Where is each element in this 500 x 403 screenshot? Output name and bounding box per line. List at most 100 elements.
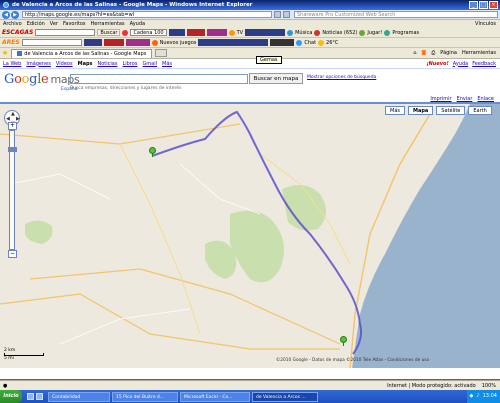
radio-station-select[interactable]: Cadena 100 — [130, 29, 167, 36]
toolbar-banner-4[interactable] — [103, 39, 124, 46]
games-link[interactable]: Jugar! — [367, 30, 382, 36]
map-type-earth[interactable]: Earth — [468, 106, 492, 115]
new-tab-button[interactable] — [155, 49, 168, 57]
map-actions: Imprimir Enviar Enlace — [0, 96, 500, 103]
menu-ayuda[interactable]: Ayuda — [130, 21, 145, 27]
ares-toolbar: ARES Nuevos juegos Chat 26°C — [0, 38, 500, 48]
new-games-link[interactable]: Nuevos juegos — [160, 40, 197, 46]
links-label[interactable]: Vínculos — [475, 21, 496, 27]
zoom-thumb[interactable] — [8, 147, 17, 152]
zoom-level[interactable]: 100% — [482, 383, 496, 389]
browser-search-input[interactable]: Shareware Pro Customized Web Search — [294, 11, 498, 18]
menu-favoritos[interactable]: Favoritos — [63, 21, 86, 27]
minimize-button[interactable]: _ — [469, 1, 478, 9]
maps-search-input[interactable] — [70, 74, 248, 84]
news-icon[interactable] — [314, 29, 321, 36]
search-options-link[interactable]: Mostrar opciones de búsqueda — [307, 75, 376, 80]
start-button[interactable]: Inicio — [0, 390, 22, 403]
play-controls[interactable] — [168, 29, 185, 36]
menu-edicion[interactable]: Edición — [27, 21, 45, 27]
feedback-link[interactable]: Feedback — [472, 61, 496, 67]
map-type-satellite[interactable]: Satélite — [436, 106, 466, 115]
map-canvas[interactable]: Más Mapa Satélite Earth ▲ ▼ ◀ ▶ + − 2 km… — [0, 103, 500, 368]
gbar-link-books[interactable]: Libros — [122, 61, 137, 67]
radio-icon[interactable] — [122, 29, 129, 36]
toolbar-banner-1[interactable] — [186, 29, 205, 36]
address-bar: ◀ ▶ http://maps.google.es/maps?hl=es&tab… — [0, 10, 500, 20]
google-maps-logo[interactable]: Google maps — [4, 73, 80, 86]
ares-search-button[interactable] — [83, 39, 102, 46]
stop-icon[interactable] — [283, 11, 290, 18]
page-menu[interactable]: Página — [440, 50, 457, 56]
help-link[interactable]: Ayuda — [453, 61, 468, 67]
browser-viewport: La Web Imágenes Vídeos Maps Noticias Lib… — [0, 59, 500, 379]
end-marker-icon[interactable] — [340, 336, 347, 346]
gbar-link-maps[interactable]: Maps — [78, 61, 93, 67]
maximize-button[interactable]: □ — [479, 1, 488, 9]
system-tray: ◆ ♪ 13:04 — [466, 390, 500, 403]
menu-ver[interactable]: Ver — [50, 21, 58, 27]
task-contabilidad[interactable]: Contabilidad — [48, 391, 110, 402]
gbar-link-news[interactable]: Noticias — [98, 61, 118, 67]
new-badge[interactable]: ¡Nuevo! — [426, 61, 448, 67]
gbar-link-more[interactable]: Más — [162, 61, 172, 67]
gbar-link-videos[interactable]: Vídeos — [56, 61, 73, 67]
tv-icon[interactable] — [228, 29, 235, 36]
toolbar-banner-6[interactable] — [270, 39, 295, 46]
back-button[interactable]: ◀ — [2, 10, 10, 19]
map-type-more[interactable]: Más — [385, 106, 405, 115]
home-icon[interactable]: ⌂ — [413, 50, 416, 56]
tray-volume-icon[interactable]: ♪ — [476, 390, 479, 403]
print-icon[interactable]: ⎙ — [431, 50, 435, 56]
security-zone[interactable]: Internet | Modo protegido: activado — [387, 383, 476, 389]
map-type-map[interactable]: Mapa — [407, 106, 434, 115]
send-link[interactable]: Enviar — [457, 96, 473, 102]
url-field[interactable]: http://maps.google.es/maps?hl=es&tab=wl — [22, 11, 272, 18]
pan-up-icon[interactable]: ▲ — [11, 111, 15, 117]
programs-icon[interactable] — [384, 29, 391, 36]
favorites-star-icon[interactable]: ★ — [2, 49, 8, 57]
music-icon[interactable] — [287, 29, 294, 36]
gbar-link-web[interactable]: La Web — [3, 61, 21, 67]
feeds-icon[interactable]: ◙ — [421, 50, 426, 56]
programs-link[interactable]: Programas — [392, 30, 419, 36]
gbar-link-gmail[interactable]: Gmail — [142, 61, 157, 67]
task-excel[interactable]: Microsoft Excel - Co... — [180, 391, 250, 402]
task-google-maps[interactable]: de Valencia a Arcos ... — [252, 391, 318, 402]
games-icon[interactable] — [151, 39, 158, 46]
tab-google-maps[interactable]: de Valencia a Arcos de las Salinas - Goo… — [11, 48, 153, 58]
zoom-in-button[interactable]: + — [8, 122, 17, 130]
link-link[interactable]: Enlace — [477, 96, 494, 102]
gbar-link-images[interactable]: Imágenes — [26, 61, 51, 67]
toolbar-banner-5[interactable] — [125, 39, 150, 46]
quick-launch-ie-icon[interactable] — [27, 393, 34, 400]
ares-search-input[interactable] — [21, 39, 82, 46]
tab-bar: ★ de Valencia a Arcos de las Salinas - G… — [0, 48, 500, 59]
close-button[interactable]: × — [489, 1, 498, 9]
task-pico-buitre[interactable]: 15 Pico del Buitre d... — [112, 391, 178, 402]
toolbar-search-input[interactable] — [35, 29, 96, 36]
chat-link[interactable]: Chat — [304, 40, 316, 46]
games-icon[interactable] — [359, 29, 366, 36]
chat-icon[interactable] — [296, 39, 303, 46]
news-link[interactable]: Noticias (652) — [322, 30, 357, 36]
toolbar-banner-3[interactable] — [245, 29, 286, 36]
toolbar-banner-2[interactable] — [206, 29, 227, 36]
tv-link[interactable]: TV — [237, 30, 243, 36]
menu-archivo[interactable]: Archivo — [3, 21, 22, 27]
quick-launch-desktop-icon[interactable] — [36, 393, 43, 400]
start-marker-icon[interactable] — [149, 147, 156, 157]
tray-network-icon[interactable]: ◆ — [470, 390, 474, 403]
toolbar-search-button[interactable]: Buscar — [97, 29, 121, 36]
print-link[interactable]: Imprimir — [430, 96, 451, 102]
forward-button[interactable]: ▶ — [11, 10, 19, 19]
media-player-controls[interactable] — [198, 39, 269, 46]
music-link[interactable]: Música — [295, 30, 312, 36]
menu-herramientas[interactable]: Herramientas — [91, 21, 125, 27]
window-controls: _ □ × — [469, 1, 498, 9]
search-map-button[interactable]: Buscar en mapa — [249, 73, 303, 84]
zoom-slider[interactable]: + − — [8, 122, 17, 258]
zoom-out-button[interactable]: − — [8, 250, 17, 258]
tools-menu[interactable]: Herramientas — [462, 50, 496, 56]
refresh-icon[interactable] — [274, 11, 281, 18]
